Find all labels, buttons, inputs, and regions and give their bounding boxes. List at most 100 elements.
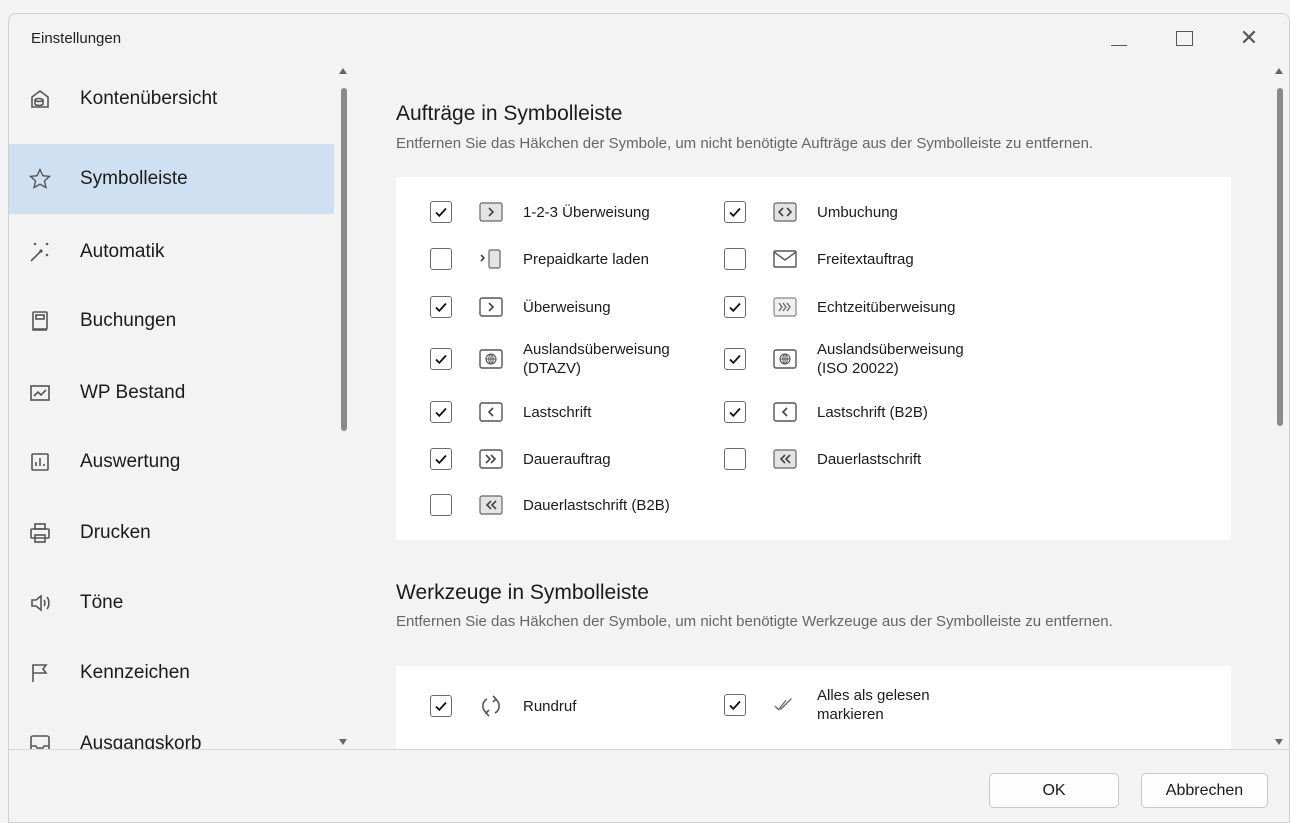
sidebar-item-label: Symbolleiste bbox=[80, 168, 188, 189]
checkbox[interactable] bbox=[430, 201, 452, 223]
sidebar-item-toene[interactable]: Töne bbox=[9, 568, 334, 638]
option-lastschrift: Lastschrift bbox=[430, 401, 591, 423]
flag-icon bbox=[25, 658, 55, 688]
option-label: Alles als gelesen markieren bbox=[817, 687, 930, 723]
bar-chart-icon bbox=[25, 447, 55, 477]
sidebar-scrollbar[interactable] bbox=[335, 64, 353, 749]
title-bar: Einstellungen ✕ bbox=[9, 14, 1289, 64]
sidebar-item-label: Drucken bbox=[80, 522, 151, 543]
minimize-button[interactable] bbox=[1094, 14, 1144, 62]
sidebar-item-kennzeichen[interactable]: Kennzeichen bbox=[9, 638, 334, 708]
scroll-down-arrow-icon[interactable] bbox=[339, 739, 347, 745]
sidebar-item-label: WP Bestand bbox=[80, 382, 186, 403]
cancel-button[interactable]: Abbrechen bbox=[1141, 773, 1268, 808]
tools-panel: Rundruf Alles als gelesen markieren bbox=[396, 666, 1231, 749]
sidebar-item-label: Kontenübersicht bbox=[80, 88, 218, 109]
sidebar-item-label: Auswertung bbox=[80, 451, 181, 472]
checkbox[interactable] bbox=[724, 694, 746, 716]
book-icon bbox=[25, 306, 55, 336]
sidebar-item-label: Ausgangskorb bbox=[80, 733, 202, 749]
content-scrollbar[interactable] bbox=[1271, 64, 1289, 749]
scroll-up-arrow-icon[interactable] bbox=[1275, 68, 1283, 74]
close-icon: ✕ bbox=[1239, 25, 1259, 50]
outbox-icon bbox=[25, 729, 55, 749]
option-prepaidkarte-laden: Prepaidkarte laden bbox=[430, 248, 649, 270]
sidebar-item-kontenuebersicht[interactable]: Kontenübersicht bbox=[9, 64, 334, 134]
minimize-icon bbox=[1111, 44, 1127, 46]
sidebar-item-symbolleiste[interactable]: Symbolleiste bbox=[9, 144, 334, 214]
option-label: Echtzeitüberweisung bbox=[817, 298, 956, 316]
checkbox[interactable] bbox=[724, 448, 746, 470]
window-title: Einstellungen bbox=[31, 30, 122, 47]
option-label: Auslandsüberweisung (ISO 20022) bbox=[817, 341, 964, 377]
globe-icon bbox=[773, 348, 797, 370]
checkbox[interactable] bbox=[430, 448, 452, 470]
prepaid-card-icon bbox=[479, 248, 503, 270]
option-label: Dauerauftrag bbox=[523, 450, 611, 468]
sidebar-item-drucken[interactable]: Drucken bbox=[9, 498, 334, 568]
checkbox[interactable] bbox=[724, 201, 746, 223]
checkbox[interactable] bbox=[430, 296, 452, 318]
settings-content: Aufträge in Symbolleiste Entfernen Sie d… bbox=[354, 64, 1269, 749]
scroll-thumb[interactable] bbox=[1277, 88, 1283, 426]
instant-transfer-icon bbox=[773, 296, 797, 318]
option-label: Freitextauftrag bbox=[817, 250, 914, 268]
standing-order-icon bbox=[479, 448, 503, 470]
option-rundruf: Rundruf bbox=[430, 695, 576, 717]
account-overview-icon bbox=[25, 84, 55, 114]
refresh-icon bbox=[479, 695, 503, 717]
option-dauerlastschrift-b2b: Dauerlastschrift (B2B) bbox=[430, 494, 670, 516]
checkbox[interactable] bbox=[430, 401, 452, 423]
standing-debit-icon bbox=[773, 448, 797, 470]
orders-panel: 1-2-3 Überweisung Umbuchung Prepaidkarte… bbox=[396, 177, 1231, 540]
sidebar-item-buchungen[interactable]: Buchungen bbox=[9, 286, 334, 356]
sidebar-item-automatik[interactable]: Automatik bbox=[9, 217, 334, 287]
maximize-button[interactable] bbox=[1159, 14, 1209, 62]
settings-window: Einstellungen ✕ Kontenübersicht Symbolle… bbox=[8, 13, 1290, 823]
option-label: Prepaidkarte laden bbox=[523, 250, 649, 268]
option-label: Überweisung bbox=[523, 298, 611, 316]
option-alles-als-gelesen: Alles als gelesen markieren bbox=[724, 686, 967, 724]
scroll-thumb[interactable] bbox=[341, 88, 347, 431]
checkbox[interactable] bbox=[724, 348, 746, 370]
tools-section-title: Werkzeuge in Symbolleiste bbox=[396, 581, 649, 604]
option-label: Rundruf bbox=[523, 697, 577, 715]
option-freitextauftrag: Freitextauftrag bbox=[724, 248, 914, 270]
sidebar-item-wp-bestand[interactable]: WP Bestand bbox=[9, 358, 334, 428]
close-button[interactable]: ✕ bbox=[1224, 14, 1274, 62]
scroll-down-arrow-icon[interactable] bbox=[1275, 739, 1283, 745]
checkbox[interactable] bbox=[724, 248, 746, 270]
option-label: Umbuchung bbox=[817, 203, 898, 221]
checkbox[interactable] bbox=[724, 296, 746, 318]
direct-debit-icon bbox=[479, 401, 503, 423]
sidebar-item-auswertung[interactable]: Auswertung bbox=[9, 427, 334, 497]
option-umbuchung: Umbuchung bbox=[724, 201, 898, 223]
checkbox[interactable] bbox=[724, 401, 746, 423]
star-icon bbox=[25, 164, 55, 194]
orders-section-title: Aufträge in Symbolleiste bbox=[396, 102, 623, 125]
option-1-2-3-ueberweisung: 1-2-3 Überweisung bbox=[430, 201, 650, 223]
checkbox[interactable] bbox=[430, 695, 452, 717]
option-auslandsueberweisung-dtazv: Auslandsüberweisung (DTAZV) bbox=[430, 340, 703, 378]
sidebar-item-label: Buchungen bbox=[80, 310, 177, 331]
transfer-icon bbox=[479, 296, 503, 318]
tools-section-description: Entfernen Sie das Häkchen der Symbole, u… bbox=[396, 613, 1113, 630]
checkbox[interactable] bbox=[430, 248, 452, 270]
option-label: Lastschrift (B2B) bbox=[817, 403, 928, 421]
checkbox[interactable] bbox=[430, 348, 452, 370]
maximize-icon bbox=[1175, 30, 1193, 46]
printer-icon bbox=[25, 518, 55, 548]
magic-wand-icon bbox=[25, 237, 55, 267]
stock-chart-icon bbox=[25, 378, 55, 408]
scroll-up-arrow-icon[interactable] bbox=[339, 68, 347, 74]
direct-debit-icon bbox=[773, 401, 797, 423]
sidebar-item-label: Automatik bbox=[80, 241, 165, 262]
sidebar-item-label: Töne bbox=[80, 592, 124, 613]
option-lastschrift-b2b: Lastschrift (B2B) bbox=[724, 401, 928, 423]
envelope-icon bbox=[773, 248, 797, 270]
sidebar-item-label: Kennzeichen bbox=[80, 662, 190, 683]
ok-button[interactable]: OK bbox=[989, 773, 1119, 808]
rebooking-icon bbox=[773, 201, 797, 223]
sidebar-item-ausgangskorb[interactable]: Ausgangskorb bbox=[9, 709, 334, 749]
checkbox[interactable] bbox=[430, 494, 452, 516]
